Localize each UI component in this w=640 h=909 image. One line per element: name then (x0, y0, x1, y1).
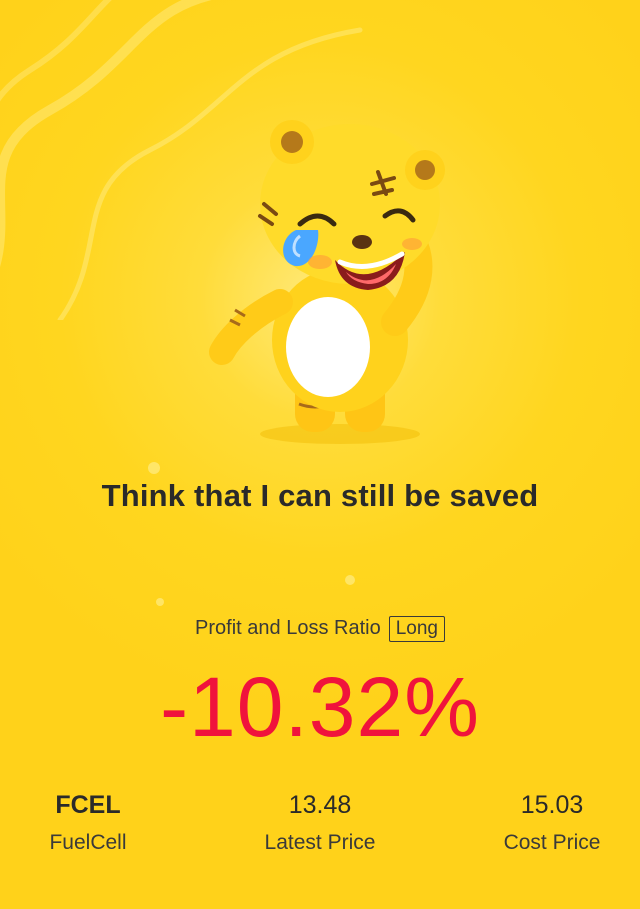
share-card: Think that I can still be saved Profit a… (0, 0, 640, 909)
headline: Think that I can still be saved (101, 478, 539, 513)
latest-price-value: 13.48 (288, 791, 352, 819)
stat-cost-price: 15.03 Cost Price (462, 790, 640, 856)
latest-price-label: Latest Price (264, 831, 376, 854)
sparkle-dot (148, 462, 160, 474)
stock-name: FuelCell (49, 831, 127, 854)
position-tag: Long (388, 616, 445, 642)
pnl-ratio-label: Profit and Loss Ratio (195, 617, 381, 639)
stock-symbol: FCEL (55, 791, 121, 819)
crying-tiger-mascot-icon (209, 120, 445, 444)
stat-symbol: FCEL FuelCell (0, 790, 178, 856)
pnl-ratio-value: -10.32% (160, 660, 480, 754)
pnl-ratio-row: Profit and Loss Ratio Long (0, 616, 640, 642)
stats-row: FCEL FuelCell 13.48 Latest Price 15.03 C… (0, 790, 640, 870)
sparkle-dot (345, 575, 355, 585)
sparkle-dot (156, 598, 164, 606)
stat-latest-price: 13.48 Latest Price (230, 790, 410, 856)
cost-price-value: 15.03 (520, 791, 584, 819)
cost-price-label: Cost Price (503, 831, 601, 854)
